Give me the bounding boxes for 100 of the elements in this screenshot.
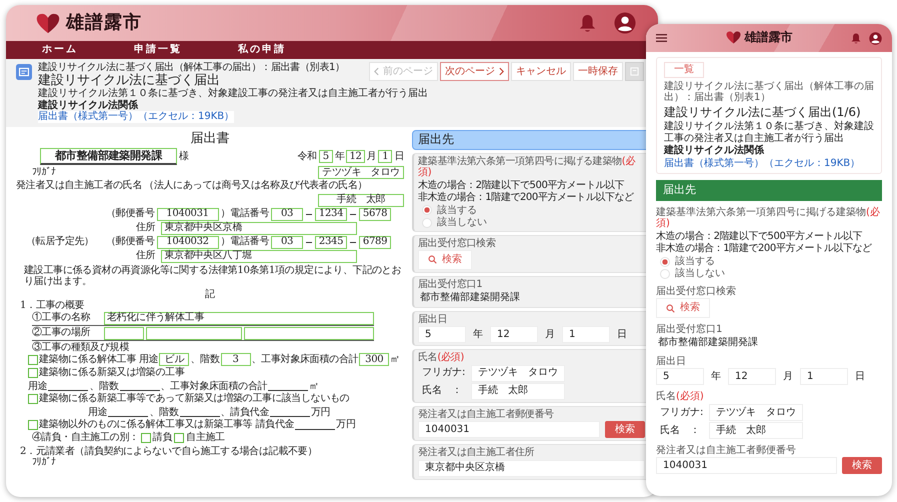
input-field[interactable]: 12 bbox=[490, 326, 538, 344]
address-field[interactable]: 東京都中央区八丁堀 bbox=[161, 250, 358, 263]
field-label: 届出受付窓口検索 bbox=[656, 286, 737, 298]
search-button[interactable]: 検索 bbox=[656, 298, 710, 318]
toolbar-button[interactable]: キャンセル bbox=[511, 62, 571, 81]
name-label: 発注者又は自主施工者の氏名 bbox=[16, 180, 142, 192]
postal-field[interactable]: 1040031 bbox=[156, 208, 219, 221]
nav-link[interactable]: ホーム bbox=[42, 44, 78, 56]
field-caption: 万円 bbox=[311, 406, 330, 418]
option-label: 該当しない bbox=[675, 268, 725, 280]
field-label: 届出受付窓口検索 bbox=[418, 238, 497, 250]
input-field[interactable]: 12 bbox=[728, 368, 776, 386]
nav-link[interactable]: 申請一覧 bbox=[134, 44, 182, 56]
field-note: 非木造の場合：1階建で200平方メートル以下など bbox=[656, 243, 873, 255]
field-note: 非木造の場合：1階建で200平方メートル以下など bbox=[418, 192, 635, 204]
field-caption: 、階数 bbox=[149, 406, 179, 418]
field-caption: 用途 bbox=[28, 380, 48, 392]
input-field[interactable]: 手続 太郎 bbox=[471, 382, 565, 400]
furigana-label: ﾌﾘｶﾞﾅ bbox=[32, 166, 56, 178]
next-page-button[interactable]: 次のページ bbox=[440, 62, 509, 81]
phone-field[interactable]: 1234 bbox=[315, 208, 348, 221]
input-field[interactable]: 手続 太郎 bbox=[709, 422, 803, 439]
field-caption: 請負代金 bbox=[255, 419, 294, 431]
postal-label: （郵便番号 bbox=[106, 236, 155, 248]
field-label: 氏名 ： bbox=[660, 424, 701, 436]
honorific-text: 様 bbox=[179, 150, 189, 162]
field-caption: 万円 bbox=[336, 419, 356, 431]
postal-label: （郵便番号 bbox=[106, 208, 155, 220]
work-type-label: 建築物に係る解体工事 bbox=[39, 354, 136, 366]
input-field[interactable]: 東京都中央区京橋 bbox=[418, 460, 645, 477]
description-text: 建設リサイクル法第１０条に基づき、対象建設工事の発注者又は自主施工者が行う届出 bbox=[664, 121, 874, 144]
unit-text: 月 bbox=[366, 150, 376, 162]
unit-label: 年 bbox=[710, 371, 722, 383]
field-label: 氏名(必須) bbox=[418, 352, 466, 364]
unit-text: 日 bbox=[394, 150, 404, 162]
address-field[interactable]: 東京都中央区京橋 bbox=[161, 222, 358, 235]
date-field[interactable]: 1 bbox=[378, 150, 392, 164]
field-value: 都市整備部建築開発課 bbox=[657, 336, 759, 350]
work-field[interactable]: 300 bbox=[359, 353, 390, 366]
input-field[interactable]: 5 bbox=[656, 368, 704, 386]
phone-field[interactable]: 6789 bbox=[359, 236, 392, 249]
input-field[interactable]: 1 bbox=[562, 326, 610, 344]
field-caption: ㎡ bbox=[390, 354, 400, 366]
option-label: 請負 bbox=[152, 432, 172, 444]
phone-field[interactable]: 5678 bbox=[359, 208, 392, 221]
relocation-label: （転居予定先） bbox=[26, 236, 94, 248]
option-label: 該当しない bbox=[437, 217, 487, 229]
download-link[interactable]: 届出書（様式第一号）（エクセル：19KB） bbox=[38, 111, 234, 123]
field-note: 木造の場合：2階建以下で500平方メートル以下 bbox=[418, 180, 626, 192]
field-label: フリガナ: bbox=[422, 367, 466, 379]
phone-field[interactable]: 03 bbox=[271, 236, 304, 249]
category-text: 建設リサイクル法関係 bbox=[664, 145, 766, 157]
era-text: 令和 bbox=[297, 150, 317, 162]
field-caption: 、請負代金 bbox=[220, 406, 270, 418]
logo-text: 雄譜露市 bbox=[66, 12, 142, 34]
phone-field[interactable]: 2345 bbox=[315, 236, 348, 249]
postal-field[interactable]: 1040032 bbox=[156, 236, 219, 249]
furigana-label: ﾌﾘｶﾞﾅ bbox=[32, 457, 57, 469]
nav-link[interactable]: 私の申請 bbox=[238, 44, 286, 56]
search-button[interactable]: 検索 bbox=[605, 421, 645, 438]
field-label: 届出受付窓口1 bbox=[656, 324, 724, 336]
breadcrumb-text: 建設リサイクル法に基づく届出（解体工事の届出）：届出書（別表1） bbox=[38, 62, 346, 73]
section-heading: 2．元請業者（請負契約によらないで自ら施工する場合は記載不要） bbox=[20, 446, 318, 457]
field-label: 届出日 bbox=[656, 356, 687, 368]
work-field[interactable]: 3 bbox=[220, 353, 251, 366]
field-label: 届出受付窓口1 bbox=[418, 278, 484, 290]
toolbar-button[interactable]: 一時保存 bbox=[573, 62, 623, 81]
input-field[interactable]: 1040031 bbox=[656, 457, 837, 474]
field-value: 都市整備部建築開発課 bbox=[419, 291, 521, 305]
section-title-bar: 届出先 bbox=[656, 180, 882, 201]
date-field[interactable]: 5 bbox=[318, 150, 333, 164]
search-button[interactable]: 検索 bbox=[842, 457, 882, 474]
field-caption: 、階数 bbox=[89, 380, 119, 392]
input-field[interactable]: 1 bbox=[800, 368, 848, 386]
input-field[interactable]: テツヅキ タロウ bbox=[471, 364, 565, 382]
statement-text: 建設工事に係る資材の再資源化等に関する法律第10条第1項の規定により、下記のとおり届け出ます。 bbox=[24, 264, 402, 288]
addressee-field[interactable]: 都市整備部建築開発課 bbox=[40, 148, 178, 166]
field-label: フリガナ: bbox=[660, 406, 704, 418]
download-link[interactable]: 届出書（様式第一号）（エクセル：19KB） bbox=[664, 158, 874, 170]
search-button[interactable]: 検索 bbox=[418, 250, 472, 270]
phone-field[interactable]: 03 bbox=[271, 208, 304, 221]
section-heading: 1．工事の概要 bbox=[20, 300, 86, 312]
unit-text: 年 bbox=[334, 150, 344, 162]
input-field[interactable]: 1040031 bbox=[418, 421, 600, 438]
field-caption: 、工事対象床面積の合計 bbox=[252, 354, 358, 366]
work-field[interactable]: ビル bbox=[159, 353, 190, 366]
date-field[interactable]: 12 bbox=[346, 150, 365, 164]
field-caption: 、工事対象床面積の合計 bbox=[160, 380, 268, 392]
page-title: 建設リサイクル法に基づく届出(1/6) bbox=[664, 106, 862, 120]
name-field[interactable]: 手続 太郎 bbox=[318, 194, 404, 207]
furigana-field[interactable]: テツヅキ タロウ bbox=[318, 166, 404, 180]
input-field[interactable]: 5 bbox=[418, 326, 466, 344]
input-field[interactable]: テツヅキ タロウ bbox=[709, 404, 803, 421]
work-name-field[interactable]: 老朽化に伴う解体工事 bbox=[104, 312, 374, 325]
logo-text: 雄譜露市 bbox=[744, 31, 792, 45]
back-button[interactable]: 一覧 bbox=[664, 62, 704, 78]
breadcrumb-text: 建設リサイクル法に基づく届出（解体工事の届出）：届出書（別表1） bbox=[664, 80, 874, 104]
note-heading: 記 bbox=[205, 288, 215, 300]
unit-label: 日 bbox=[854, 371, 866, 383]
description-text: 建設リサイクル法第１０条に基づき、対象建設工事の発注者又は自主施工者が行う届出 bbox=[38, 88, 429, 100]
